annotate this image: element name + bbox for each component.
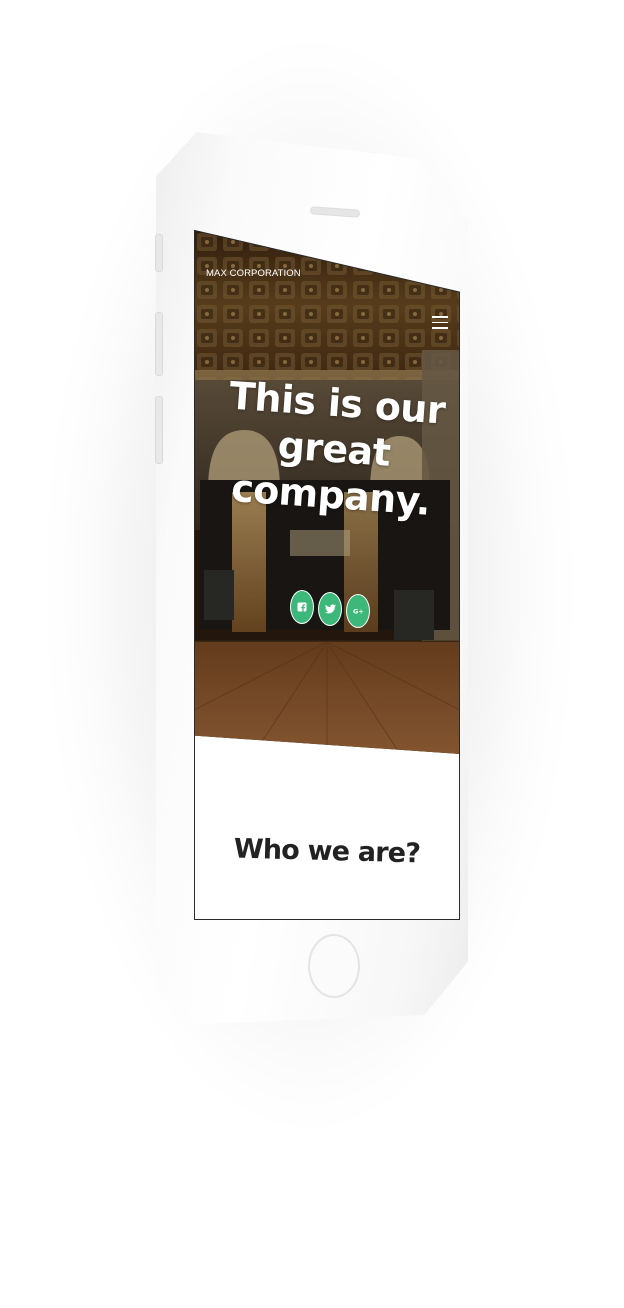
facebook-button[interactable]: [290, 590, 314, 624]
home-button[interactable]: [308, 934, 360, 998]
mute-switch: [155, 234, 163, 272]
brand-name[interactable]: MAX CORPORATION: [206, 268, 301, 279]
svg-text:G+: G+: [353, 608, 364, 616]
section-heading: Who we are?: [233, 833, 421, 870]
hero-section: MAX CORPORATION This is our great compan…: [194, 230, 460, 754]
social-links: G+: [290, 590, 374, 630]
hamburger-menu-icon[interactable]: [432, 316, 448, 330]
phone-screen: MAX CORPORATION This is our great compan…: [194, 230, 460, 920]
google-plus-icon: G+: [353, 608, 364, 616]
hero-title: This is our great company.: [217, 372, 450, 525]
facebook-icon: [297, 602, 307, 612]
volume-up-button: [155, 312, 163, 376]
google-plus-button[interactable]: G+: [346, 594, 370, 628]
twitter-button[interactable]: [318, 592, 342, 626]
twitter-icon: [324, 604, 336, 614]
volume-down-button: [155, 396, 163, 464]
